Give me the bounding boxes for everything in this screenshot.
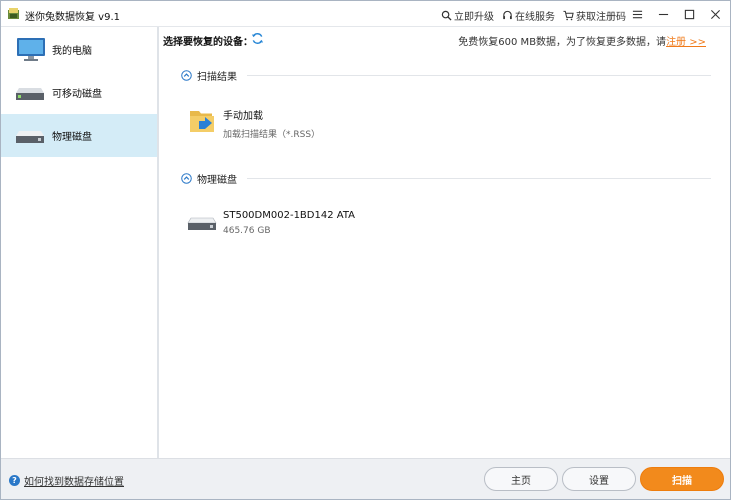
upgrade-label: 立即升级 (454, 11, 494, 23)
monitor-icon (15, 37, 47, 63)
scan-results-title: 扫描结果 (197, 71, 237, 83)
section-divider (247, 75, 711, 76)
minimize-icon (658, 13, 668, 15)
manual-load-text: 手动加载 加载扫描结果（*.RSS） (223, 105, 320, 140)
manual-load-name: 手动加载 (223, 111, 263, 122)
select-device-label: 选择要恢复的设备： (163, 37, 253, 48)
help-link[interactable]: ? 如何找到数据存储位置 (9, 473, 124, 488)
get-code-label: 获取注册码 (576, 11, 626, 23)
search-icon (441, 10, 452, 21)
sidebar-item-label: 物理磁盘 (52, 132, 92, 143)
hard-disk-icon (187, 217, 217, 230)
close-icon (710, 9, 720, 19)
disk-text: ST500DM002-1BD142 ATA 465.76 GB (223, 208, 355, 238)
sidebar-item-physical-disk[interactable]: 物理磁盘 (1, 114, 157, 157)
refresh-icon[interactable] (251, 32, 264, 45)
menu-button[interactable] (628, 5, 646, 23)
manual-load-sub: 加载扫描结果（*.RSS） (223, 130, 321, 140)
upgrade-link[interactable]: 立即升级 (441, 7, 494, 23)
title-bar: 迷你兔数据恢复 v9.1 立即升级 在线服务 获取注册码 (1, 1, 730, 27)
settings-button[interactable]: 设置 (562, 467, 636, 491)
sidebar-item-label: 我的电脑 (52, 46, 92, 57)
section-divider (247, 178, 711, 179)
footer: ? 如何找到数据存储位置 主页 设置 扫描 (1, 458, 730, 499)
maximize-button[interactable] (680, 5, 698, 23)
folder-load-icon (190, 111, 214, 132)
app-title: 迷你兔数据恢复 v9.1 (25, 12, 120, 23)
cart-icon (563, 10, 574, 20)
minimize-button[interactable] (654, 5, 672, 23)
window-controls (628, 5, 724, 23)
sidebar-item-removable-disk[interactable]: 可移动磁盘 (1, 71, 157, 114)
scan-button[interactable]: 扫描 (640, 467, 724, 491)
physical-disk-icon (15, 123, 47, 149)
promo-message: 免费恢复600 MB数据，为了恢复更多数据，请 (458, 37, 667, 48)
maximize-icon (684, 9, 694, 19)
register-link[interactable]: 注册 >> (666, 37, 706, 48)
device-content: 扫描结果 手动加载 加载扫描结果（*.RSS） 物理磁盘 ST500DM002-… (161, 51, 730, 458)
sidebar-item-my-computer[interactable]: 我的电脑 (1, 28, 157, 71)
online-service-link[interactable]: 在线服务 (502, 7, 555, 23)
disk-size: 465.76 GB (223, 226, 271, 236)
disk-entry[interactable]: ST500DM002-1BD142 ATA 465.76 GB (187, 208, 355, 238)
collapse-icon[interactable] (181, 172, 192, 184)
close-button[interactable] (706, 5, 724, 23)
sidebar: 我的电脑 可移动磁盘 物理磁盘 (1, 27, 159, 458)
manual-load-entry[interactable]: 手动加载 加载扫描结果（*.RSS） (187, 105, 320, 140)
headset-icon (503, 10, 512, 19)
app-window: 迷你兔数据恢复 v9.1 立即升级 在线服务 获取注册码 我的电脑 可移动磁盘 … (0, 0, 731, 500)
sidebar-item-label: 可移动磁盘 (52, 89, 102, 100)
app-logo-icon (8, 8, 19, 19)
home-button[interactable]: 主页 (484, 467, 558, 491)
collapse-icon[interactable] (181, 69, 192, 81)
removable-disk-icon (15, 80, 47, 106)
help-text: 如何找到数据存储位置 (24, 477, 124, 488)
main-header: 选择要恢复的设备： 免费恢复600 MB数据，为了恢复更多数据，请注册 >> (161, 27, 730, 51)
physical-disks-title: 物理磁盘 (197, 174, 237, 186)
question-icon: ? (9, 475, 20, 486)
physical-disks-header: 物理磁盘 (181, 171, 237, 186)
scan-results-header: 扫描结果 (181, 68, 237, 83)
hamburger-icon (632, 10, 642, 18)
online-service-label: 在线服务 (515, 11, 555, 23)
disk-name: ST500DM002-1BD142 ATA (223, 210, 355, 221)
get-code-link[interactable]: 获取注册码 (563, 7, 626, 23)
title-actions: 立即升级 在线服务 获取注册码 (441, 7, 626, 23)
promo-text: 免费恢复600 MB数据，为了恢复更多数据，请注册 >> (458, 33, 706, 48)
